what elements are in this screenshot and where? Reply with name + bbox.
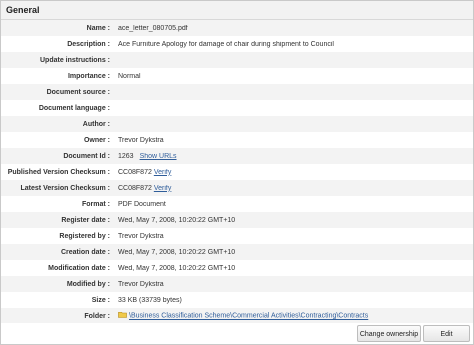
label-modified-by: Modified by : <box>66 280 110 288</box>
row-format: Format : PDF Document <box>1 196 473 212</box>
value-document-id: 1263 Show URLs <box>118 153 473 160</box>
verify-published-link[interactable]: Verify <box>154 169 172 176</box>
row-size: Size : 33 KB (33739 bytes) <box>1 292 473 308</box>
value-importance: Normal <box>118 72 141 80</box>
row-registered-by: Registered by : Trevor Dykstra <box>1 228 473 244</box>
label-name: Name : <box>86 24 110 32</box>
value-size: 33 KB (33739 bytes) <box>118 296 182 304</box>
label-folder: Folder : <box>84 312 110 320</box>
label-size: Size : <box>91 296 110 304</box>
label-register-date: Register date : <box>61 216 110 224</box>
row-owner: Owner : Trevor Dykstra <box>1 132 473 148</box>
row-name: Name : ace_letter_080705.pdf <box>1 20 473 36</box>
folder-icon <box>118 312 127 319</box>
value-published-checksum: CC08F872 Verify <box>118 169 473 176</box>
edit-button[interactable]: Edit <box>423 325 470 342</box>
label-update-instructions: Update instructions : <box>39 56 110 64</box>
label-description: Description : <box>67 40 110 48</box>
row-creation-date: Creation date : Wed, May 7, 2008, 10:20:… <box>1 244 473 260</box>
row-update-instructions: Update instructions : <box>1 52 473 68</box>
label-format: Format : <box>82 200 110 208</box>
section-title: General <box>1 1 473 20</box>
label-author: Author : <box>82 120 110 128</box>
row-author: Author : <box>1 116 473 132</box>
value-latest-checksum: CC08F872 Verify <box>118 185 473 192</box>
latest-checksum-text: CC08F872 <box>118 184 152 192</box>
row-modified-by: Modified by : Trevor Dykstra <box>1 276 473 292</box>
label-importance: Importance : <box>67 72 110 80</box>
label-document-source: Document source : <box>46 88 110 96</box>
verify-latest-link[interactable]: Verify <box>154 185 172 192</box>
document-id-number: 1263 <box>118 152 134 160</box>
show-urls-link[interactable]: Show URLs <box>140 153 177 160</box>
row-document-id: Document Id : 1263 Show URLs <box>1 148 473 164</box>
value-registered-by: Trevor Dykstra <box>118 232 164 240</box>
row-importance: Importance : Normal <box>1 68 473 84</box>
properties-list: Name : ace_letter_080705.pdf Description… <box>1 20 473 324</box>
row-latest-checksum: Latest Version Checksum : CC08F872 Verif… <box>1 180 473 196</box>
change-ownership-button[interactable]: Change ownership <box>357 325 421 342</box>
label-latest-checksum: Latest Version Checksum : <box>20 184 110 192</box>
row-folder: Folder : \Business Classification Scheme… <box>1 308 473 324</box>
general-panel: General Name : ace_letter_080705.pdf Des… <box>0 0 474 345</box>
value-modified-by: Trevor Dykstra <box>118 280 164 288</box>
value-modification-date: Wed, May 7, 2008, 10:20:22 GMT+10 <box>118 264 236 272</box>
folder-path-link[interactable]: \Business Classification Scheme\Commerci… <box>129 313 368 320</box>
value-format: PDF Document <box>118 200 166 208</box>
label-creation-date: Creation date : <box>60 248 110 256</box>
row-published-checksum: Published Version Checksum : CC08F872 Ve… <box>1 164 473 180</box>
label-document-language: Document language : <box>38 104 110 112</box>
label-registered-by: Registered by : <box>59 232 110 240</box>
label-published-checksum: Published Version Checksum : <box>7 168 110 176</box>
label-document-id: Document Id : <box>63 152 110 160</box>
published-checksum-text: CC08F872 <box>118 168 152 176</box>
button-bar: Change ownership Edit <box>1 323 473 344</box>
label-modification-date: Modification date : <box>48 264 110 272</box>
row-document-source: Document source : <box>1 84 473 100</box>
value-owner: Trevor Dykstra <box>118 136 164 144</box>
value-description: Ace Furniture Apology for damage of chai… <box>118 40 334 48</box>
row-description: Description : Ace Furniture Apology for … <box>1 36 473 52</box>
value-folder: \Business Classification Scheme\Commerci… <box>118 312 473 320</box>
row-register-date: Register date : Wed, May 7, 2008, 10:20:… <box>1 212 473 228</box>
value-creation-date: Wed, May 7, 2008, 10:20:22 GMT+10 <box>118 248 236 256</box>
row-modification-date: Modification date : Wed, May 7, 2008, 10… <box>1 260 473 276</box>
value-register-date: Wed, May 7, 2008, 10:20:22 GMT+10 <box>118 216 236 224</box>
value-name: ace_letter_080705.pdf <box>118 24 188 32</box>
row-document-language: Document language : <box>1 100 473 116</box>
label-owner: Owner : <box>83 136 110 144</box>
